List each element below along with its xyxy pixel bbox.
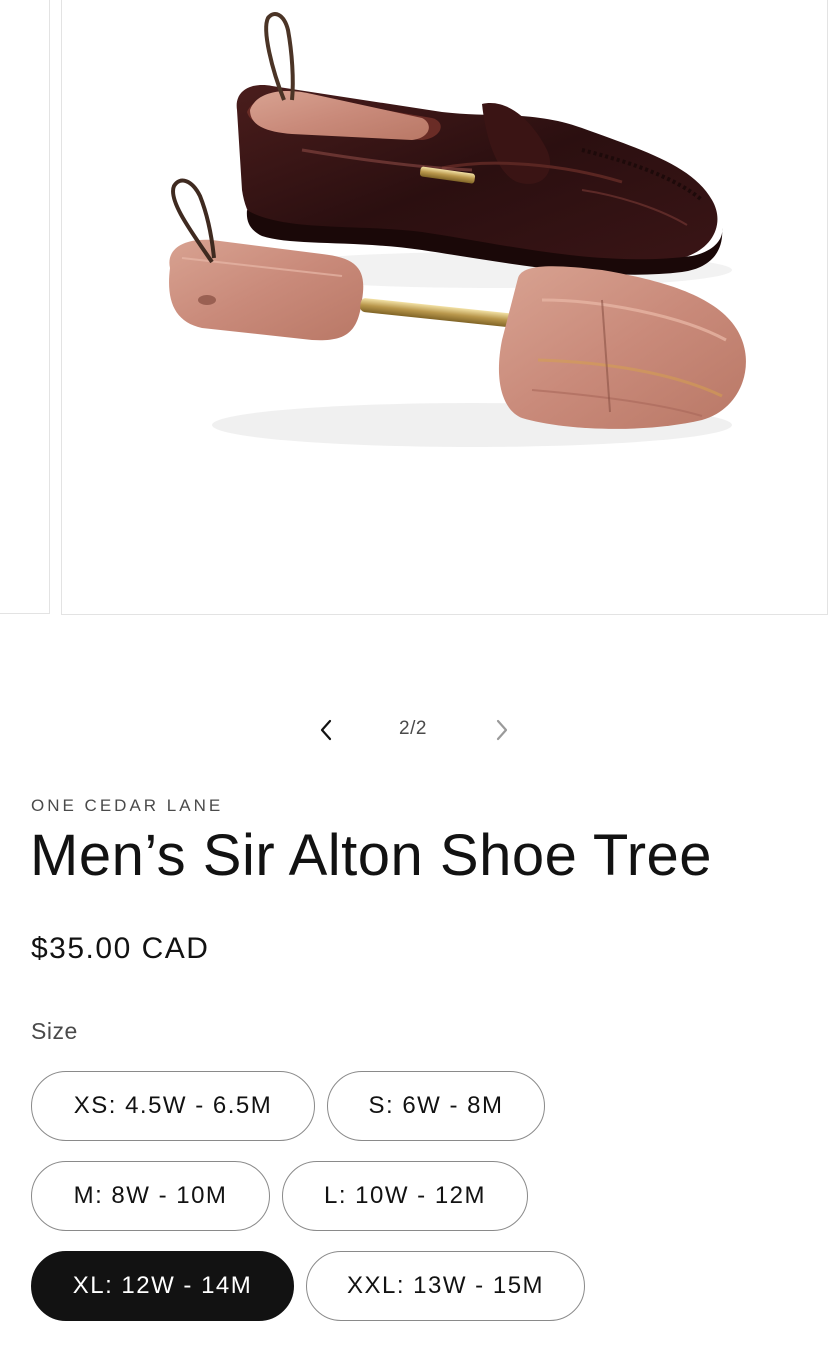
slide-counter: 2/2 xyxy=(399,718,427,739)
previous-slide-edge[interactable] xyxy=(0,0,50,614)
size-option-xxl[interactable]: XXL: 13W - 15M xyxy=(306,1251,585,1321)
product-image[interactable] xyxy=(62,0,828,614)
size-option-s[interactable]: S: 6W - 8M xyxy=(327,1071,545,1141)
size-option-m[interactable]: M: 8W - 10M xyxy=(31,1161,270,1231)
product-title: Men’s Sir Alton Shoe Tree xyxy=(30,823,713,888)
product-price: $35.00 CAD xyxy=(31,932,210,965)
slider-controls: 2/2 xyxy=(0,700,828,760)
size-option-l[interactable]: L: 10W - 12M xyxy=(282,1161,528,1231)
chevron-left-icon xyxy=(320,719,332,741)
chevron-right-icon xyxy=(496,719,508,741)
product-page: 2/2 ONE CEDAR LANE Men’s Sir Alton Shoe … xyxy=(0,0,828,1350)
previous-slide-button[interactable] xyxy=(306,710,346,750)
next-slide-button[interactable] xyxy=(482,710,522,750)
size-option-xs[interactable]: XS: 4.5W - 6.5M xyxy=(31,1071,315,1141)
size-option-label: Size xyxy=(31,1018,78,1044)
current-slide[interactable] xyxy=(61,0,828,615)
product-vendor: ONE CEDAR LANE xyxy=(31,796,224,815)
size-option-xl[interactable]: XL: 12W - 14M xyxy=(31,1251,294,1321)
media-gallery xyxy=(0,0,828,616)
